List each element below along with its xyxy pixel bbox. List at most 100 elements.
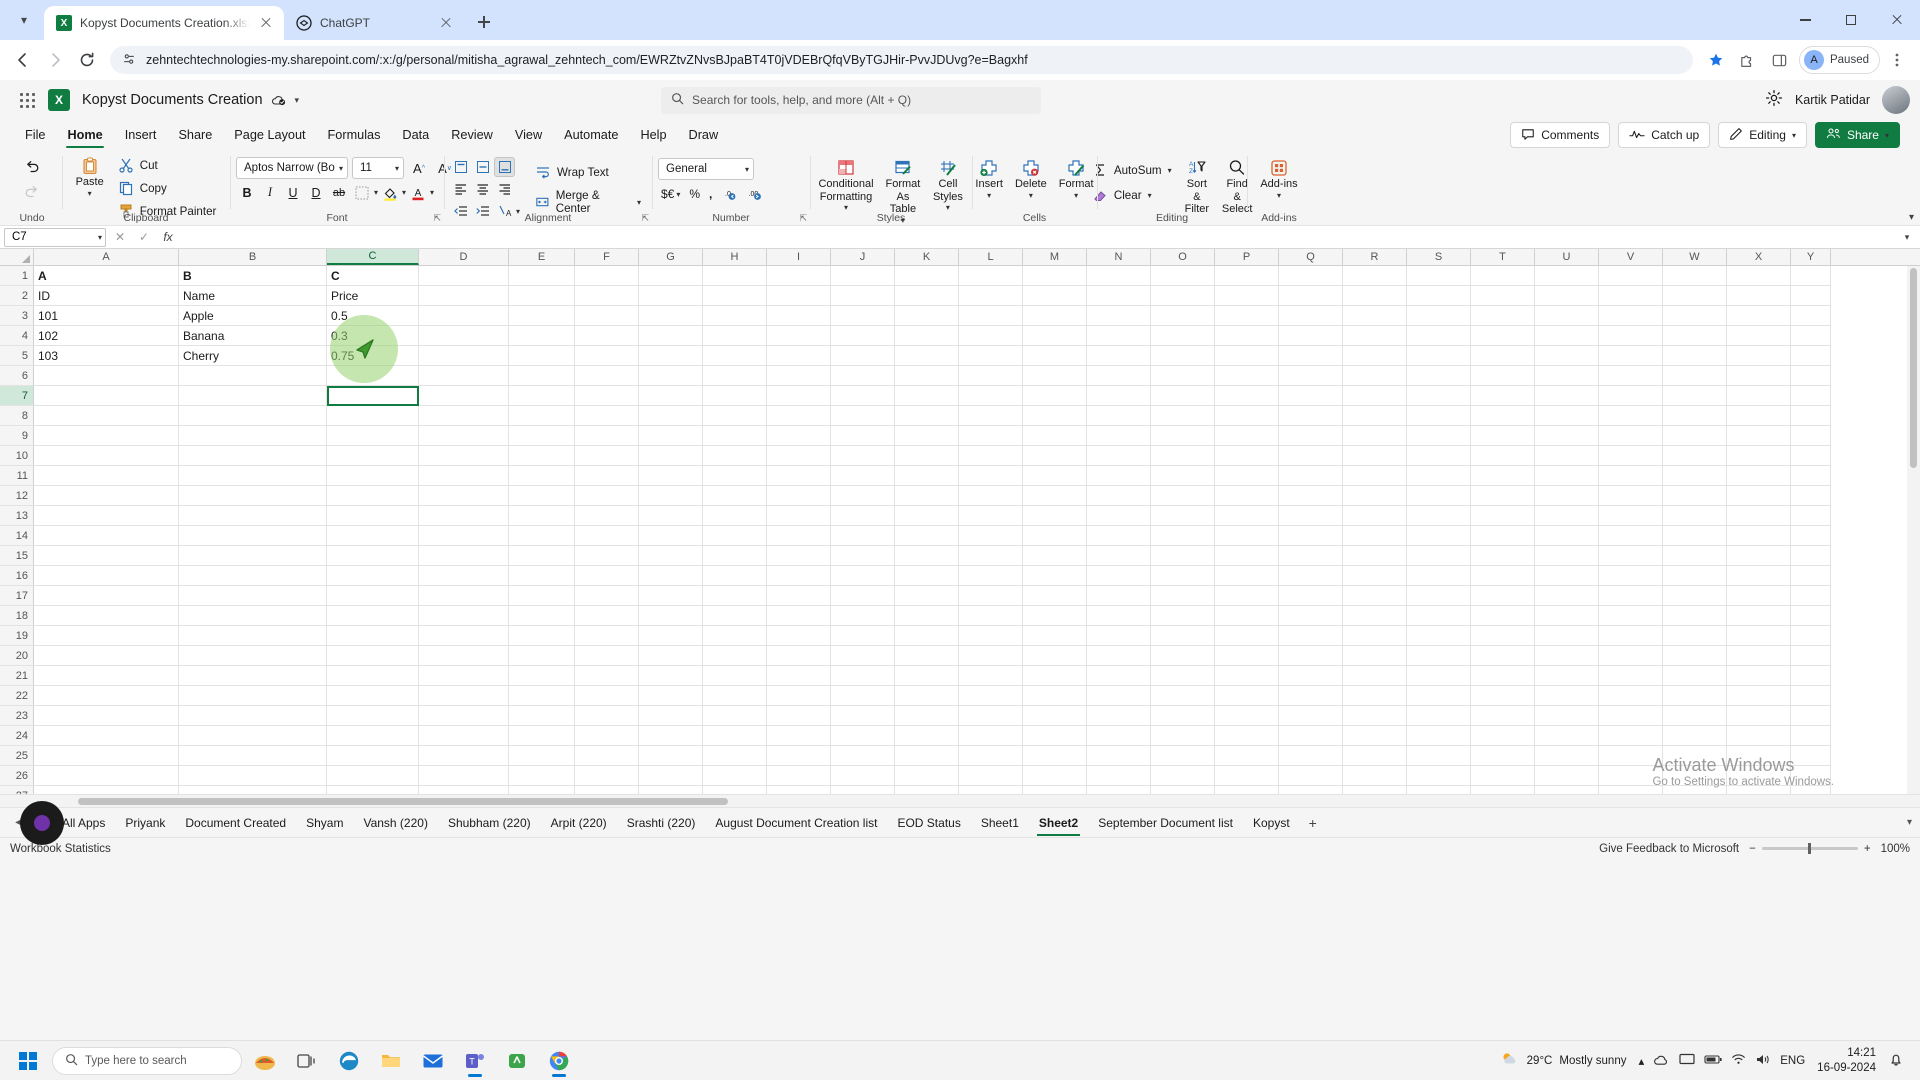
cell-G1[interactable] <box>639 266 703 286</box>
align-middle-button[interactable] <box>472 157 493 177</box>
cell-X24[interactable] <box>1727 726 1791 746</box>
cell-B9[interactable] <box>179 426 327 446</box>
column-header-S[interactable]: S <box>1407 249 1471 265</box>
cell-A26[interactable] <box>34 766 179 786</box>
cell-R15[interactable] <box>1343 546 1407 566</box>
cell-F23[interactable] <box>575 706 639 726</box>
cell-J13[interactable] <box>831 506 895 526</box>
cell-G13[interactable] <box>639 506 703 526</box>
cell-K21[interactable] <box>895 666 959 686</box>
cell-U1[interactable] <box>1535 266 1599 286</box>
cell-U15[interactable] <box>1535 546 1599 566</box>
row-header-15[interactable]: 15 <box>0 546 34 566</box>
chevron-down-icon[interactable]: ▾ <box>1277 191 1281 200</box>
cell-N7[interactable] <box>1087 386 1151 406</box>
row-header-12[interactable]: 12 <box>0 486 34 506</box>
cell-A21[interactable] <box>34 666 179 686</box>
cell-Q19[interactable] <box>1279 626 1343 646</box>
double-underline-button[interactable]: D <box>305 182 327 203</box>
cell-F27[interactable] <box>575 786 639 794</box>
cell-H10[interactable] <box>703 446 767 466</box>
cell-V5[interactable] <box>1599 346 1663 366</box>
close-window-button[interactable] <box>1874 0 1920 40</box>
tab-file[interactable]: File <box>14 120 56 150</box>
cell-O27[interactable] <box>1151 786 1215 794</box>
side-panel-icon[interactable] <box>1765 45 1795 75</box>
clear-button[interactable]: Clear ▾ <box>1087 184 1177 206</box>
cell-E21[interactable] <box>509 666 575 686</box>
cell-S20[interactable] <box>1407 646 1471 666</box>
cell-C11[interactable] <box>327 466 419 486</box>
row-header-14[interactable]: 14 <box>0 526 34 546</box>
cell-V20[interactable] <box>1599 646 1663 666</box>
cell-P7[interactable] <box>1215 386 1279 406</box>
cell-I1[interactable] <box>767 266 831 286</box>
cell-P9[interactable] <box>1215 426 1279 446</box>
cell-P13[interactable] <box>1215 506 1279 526</box>
cell-U19[interactable] <box>1535 626 1599 646</box>
cell-L15[interactable] <box>959 546 1023 566</box>
cell-W16[interactable] <box>1663 566 1727 586</box>
cell-Q11[interactable] <box>1279 466 1343 486</box>
cell-R27[interactable] <box>1343 786 1407 794</box>
column-header-X[interactable]: X <box>1727 249 1791 265</box>
cell-Q10[interactable] <box>1279 446 1343 466</box>
cell-R25[interactable] <box>1343 746 1407 766</box>
cell-B17[interactable] <box>179 586 327 606</box>
cell-G3[interactable] <box>639 306 703 326</box>
cell-X7[interactable] <box>1727 386 1791 406</box>
cell-J9[interactable] <box>831 426 895 446</box>
cell-C3[interactable]: 0.5 <box>327 306 419 326</box>
cell-V6[interactable] <box>1599 366 1663 386</box>
cell-O20[interactable] <box>1151 646 1215 666</box>
cell-K2[interactable] <box>895 286 959 306</box>
cell-G21[interactable] <box>639 666 703 686</box>
cell-N24[interactable] <box>1087 726 1151 746</box>
row-header-9[interactable]: 9 <box>0 426 34 446</box>
language-indicator[interactable]: ENG <box>1780 1055 1805 1067</box>
name-box[interactable]: C7 ▾ <box>4 227 106 247</box>
chevron-down-icon[interactable]: ▾ <box>88 189 92 198</box>
sort-filter-button[interactable]: AZ Sort & Filter <box>1179 156 1216 218</box>
cell-I17[interactable] <box>767 586 831 606</box>
cell-F1[interactable] <box>575 266 639 286</box>
row-header-18[interactable]: 18 <box>0 606 34 626</box>
column-header-J[interactable]: J <box>831 249 895 265</box>
cell-X5[interactable] <box>1727 346 1791 366</box>
cell-H13[interactable] <box>703 506 767 526</box>
cell-X22[interactable] <box>1727 686 1791 706</box>
cell-W15[interactable] <box>1663 546 1727 566</box>
cell-D27[interactable] <box>419 786 509 794</box>
cell-C12[interactable] <box>327 486 419 506</box>
cell-T12[interactable] <box>1471 486 1535 506</box>
zoom-knob[interactable] <box>1807 843 1811 854</box>
cell-U11[interactable] <box>1535 466 1599 486</box>
cell-V22[interactable] <box>1599 686 1663 706</box>
cell-U12[interactable] <box>1535 486 1599 506</box>
grid-row[interactable]: 26 <box>0 766 1920 786</box>
alignment-dialog-launcher-icon[interactable]: ⇱ <box>641 213 649 224</box>
cell-O24[interactable] <box>1151 726 1215 746</box>
cell-H15[interactable] <box>703 546 767 566</box>
paste-button[interactable]: Paste ▾ <box>71 154 109 200</box>
cell-O9[interactable] <box>1151 426 1215 446</box>
chevron-down-icon[interactable]: ▾ <box>1148 191 1152 200</box>
cell-H3[interactable] <box>703 306 767 326</box>
cell-H1[interactable] <box>703 266 767 286</box>
cell-O8[interactable] <box>1151 406 1215 426</box>
cell-S21[interactable] <box>1407 666 1471 686</box>
cell-R21[interactable] <box>1343 666 1407 686</box>
cell-K5[interactable] <box>895 346 959 366</box>
column-header-I[interactable]: I <box>767 249 831 265</box>
cell-A17[interactable] <box>34 586 179 606</box>
strikethrough-button[interactable]: ab <box>328 182 350 203</box>
cell-E26[interactable] <box>509 766 575 786</box>
cell-K27[interactable] <box>895 786 959 794</box>
row-header-3[interactable]: 3 <box>0 306 34 326</box>
cell-J12[interactable] <box>831 486 895 506</box>
close-icon[interactable] <box>258 15 274 31</box>
cancel-icon[interactable]: ✕ <box>110 230 130 244</box>
cell-I20[interactable] <box>767 646 831 666</box>
cell-J26[interactable] <box>831 766 895 786</box>
cell-V1[interactable] <box>1599 266 1663 286</box>
